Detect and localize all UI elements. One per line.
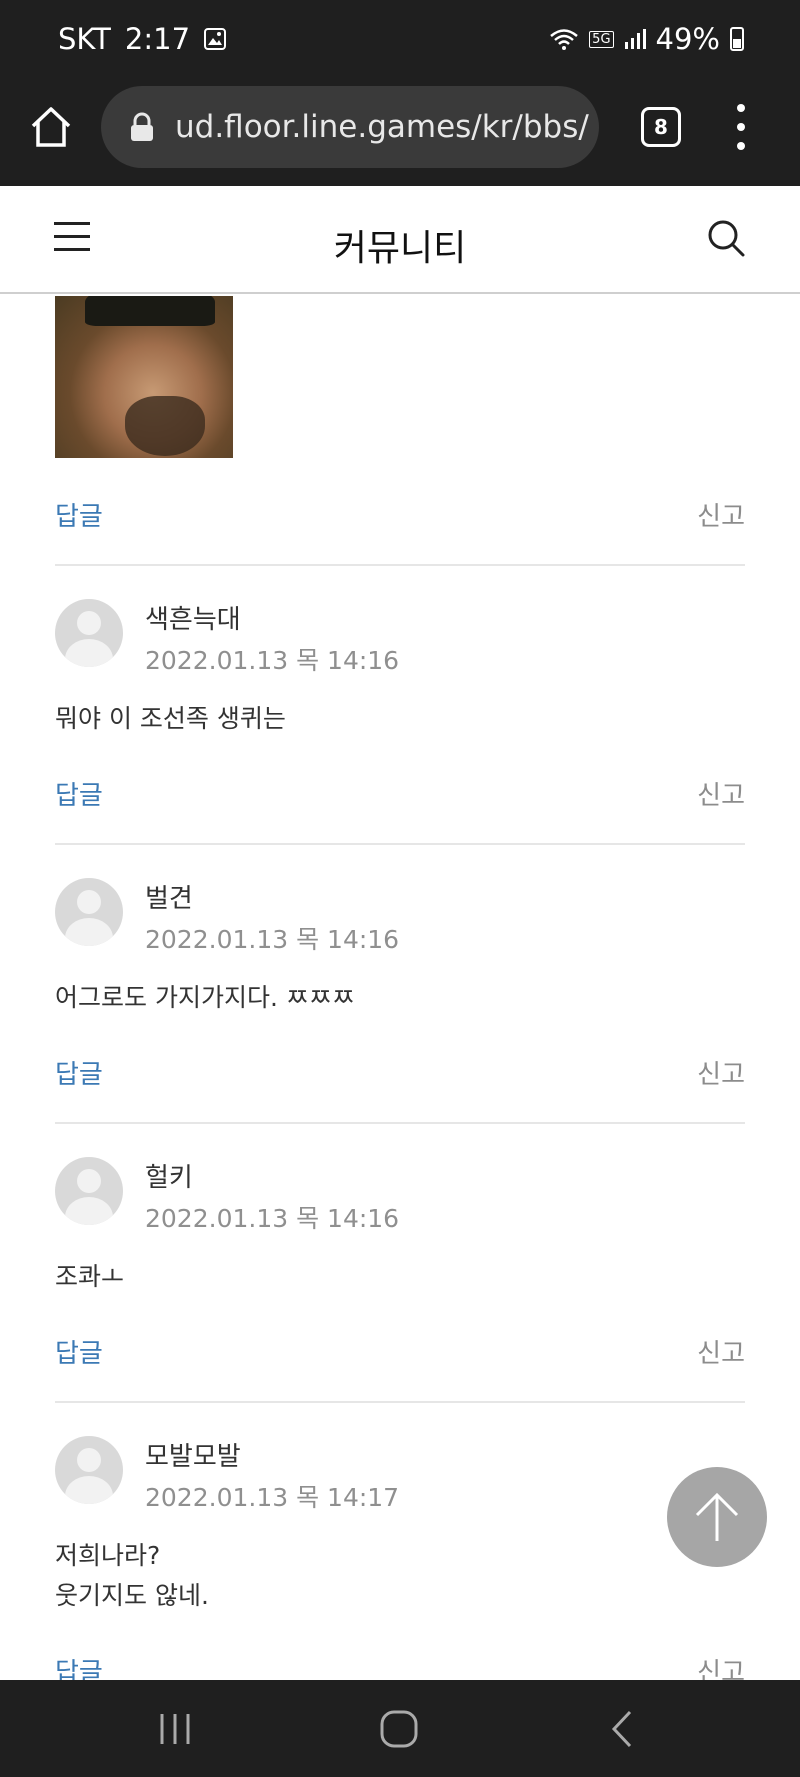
home-icon[interactable] <box>28 104 74 150</box>
back-icon[interactable] <box>600 1706 646 1752</box>
comment-timestamp: 2022.01.13 목 14:16 <box>145 1204 400 1233</box>
divider <box>55 1122 745 1124</box>
action-row: 답글 신고 <box>55 496 745 536</box>
battery-percent: 49% <box>655 22 720 56</box>
recent-apps-icon[interactable] <box>152 1706 198 1752</box>
system-nav-bar <box>0 1680 800 1777</box>
wifi-icon <box>550 29 578 50</box>
page-title: 커뮤니티 <box>333 228 467 269</box>
comment-author[interactable]: 헐키 <box>145 1157 193 1194</box>
reply-button[interactable]: 답글 <box>55 775 103 812</box>
report-button[interactable]: 신고 <box>697 1333 745 1370</box>
signal-icon <box>624 29 646 49</box>
report-button[interactable]: 신고 <box>697 1054 745 1091</box>
comment-timestamp: 2022.01.13 목 14:16 <box>145 646 400 675</box>
home-nav-icon[interactable] <box>376 1706 422 1752</box>
gallery-notification-icon <box>204 28 227 50</box>
carrier-label: SKT <box>58 22 111 56</box>
divider <box>55 1401 745 1403</box>
arrow-up-icon <box>695 1492 739 1541</box>
lock-icon <box>131 112 153 141</box>
address-bar[interactable]: ud.floor.line.games/kr/bbs/ <box>101 86 599 168</box>
comment-image[interactable] <box>55 296 233 458</box>
battery-icon <box>730 27 744 51</box>
avatar[interactable] <box>55 1436 123 1504</box>
network-type: 5G <box>589 30 614 48</box>
tab-count: 8 <box>654 115 668 139</box>
report-button[interactable]: 신고 <box>697 775 745 812</box>
action-row: 답글 신고 <box>55 1333 745 1373</box>
action-row: 답글 신고 <box>55 775 745 815</box>
comment-author[interactable]: 색흔늑대 <box>145 599 241 636</box>
site-header: 커뮤니티 <box>0 186 800 294</box>
comment-text: 조콰ㅗ <box>55 1262 125 1291</box>
more-vert-icon[interactable] <box>730 104 752 150</box>
browser-toolbar: ud.floor.line.games/kr/bbs/ 8 <box>0 82 800 186</box>
comment-timestamp: 2022.01.13 목 14:17 <box>145 1483 400 1512</box>
reply-button[interactable]: 답글 <box>55 1333 103 1370</box>
comment-text: 어그로도 가지가지다. ㅉㅉㅉ <box>55 983 355 1012</box>
tab-switcher-button[interactable]: 8 <box>641 107 681 147</box>
reply-button[interactable]: 답글 <box>55 1054 103 1091</box>
search-icon[interactable] <box>706 218 746 258</box>
comment-author[interactable]: 벌견 <box>145 878 193 915</box>
divider <box>55 564 745 566</box>
avatar[interactable] <box>55 599 123 667</box>
report-button[interactable]: 신고 <box>697 496 745 533</box>
url-text: ud.floor.line.games/kr/bbs/ <box>175 109 589 145</box>
status-right: 5G 49% <box>549 22 744 56</box>
scroll-to-top-button[interactable] <box>667 1467 767 1567</box>
comment-timestamp: 2022.01.13 목 14:16 <box>145 925 400 954</box>
reply-button[interactable]: 답글 <box>55 496 103 533</box>
comment-text: 뭐야 이 조선족 생퀴는 <box>55 704 286 733</box>
status-left: SKT 2:17 <box>58 22 227 56</box>
avatar[interactable] <box>55 1157 123 1225</box>
status-bar: SKT 2:17 5G 49% <box>0 0 800 82</box>
comment-author[interactable]: 모발모발 <box>145 1436 241 1473</box>
avatar[interactable] <box>55 878 123 946</box>
divider <box>55 843 745 845</box>
comment-text: 저희나라? 웃기지도 않네. <box>55 1541 209 1610</box>
action-row: 답글 신고 <box>55 1054 745 1094</box>
clock: 2:17 <box>124 22 191 56</box>
